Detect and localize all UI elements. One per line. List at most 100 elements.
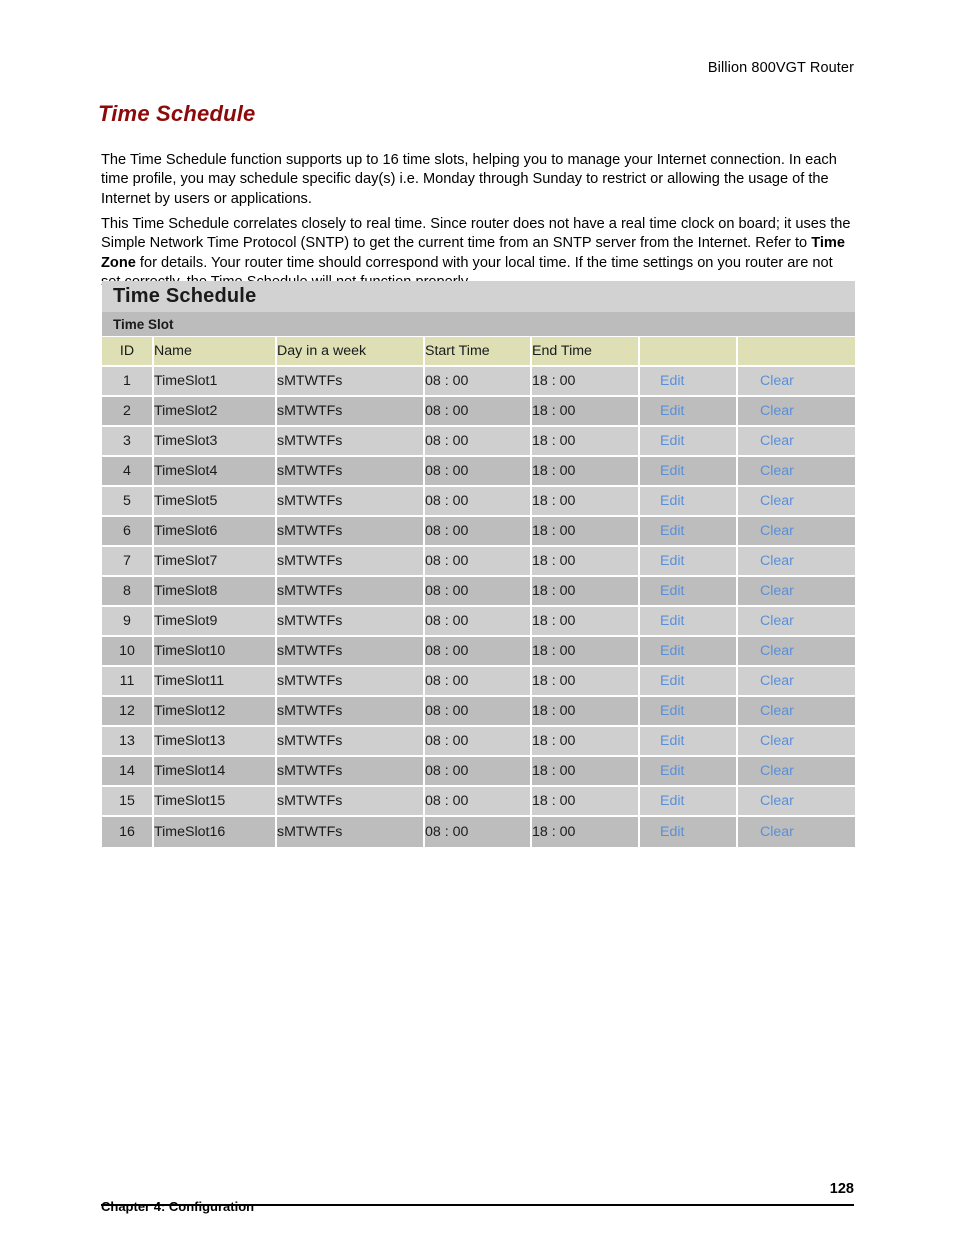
table-row: 13 TimeSlot13 sMTWTFs 08 : 00 18 : 00 Edit Cle… — [102, 727, 855, 757]
clear-link[interactable]: Clear — [738, 824, 855, 840]
clear-link[interactable]: Clear — [738, 523, 855, 539]
cell-end-time: 18 : 00 — [532, 547, 640, 577]
clear-link[interactable]: Clear — [738, 673, 855, 689]
cell-end-time: 18 : 00 — [532, 757, 640, 787]
cell-end-time: 18 : 00 — [532, 577, 640, 607]
table-row: 1 TimeSlot1 sMTWTFs 08 : 00 18 : 00 Edit Clear — [102, 367, 855, 397]
clear-link[interactable]: Clear — [738, 613, 855, 629]
clear-link[interactable]: Clear — [738, 403, 855, 419]
edit-link[interactable]: Edit — [640, 613, 736, 629]
table-body: 1 TimeSlot1 sMTWTFs 08 : 00 18 : 00 Edit Clear… — [102, 367, 855, 847]
clear-link[interactable]: Clear — [738, 733, 855, 749]
cell-edit: Edit — [640, 817, 738, 847]
clear-link[interactable]: Clear — [738, 433, 855, 449]
column-header-id: ID — [102, 337, 154, 367]
cell-name: TimeSlot13 — [154, 727, 277, 757]
cell-edit: Edit — [640, 367, 738, 397]
cell-id: 10 — [102, 637, 154, 667]
edit-link[interactable]: Edit — [640, 523, 736, 539]
document-page: Billion 800VGT Router Time Schedule The … — [0, 0, 954, 1235]
edit-link[interactable]: Edit — [640, 763, 736, 779]
edit-link[interactable]: Edit — [640, 553, 736, 569]
cell-clear: Clear — [738, 397, 855, 427]
cell-clear: Clear — [738, 607, 855, 637]
cell-id: 6 — [102, 517, 154, 547]
table-row: 6 TimeSlot6 sMTWTFs 08 : 00 18 : 00 Edit Clear — [102, 517, 855, 547]
table-header-row: ID Name Day in a week Start Time End Tim… — [102, 337, 855, 367]
cell-start-time: 08 : 00 — [425, 697, 532, 727]
cell-end-time: 18 : 00 — [532, 487, 640, 517]
column-header-day: Day in a week — [277, 337, 425, 367]
clear-link[interactable]: Clear — [738, 643, 855, 659]
cell-edit: Edit — [640, 607, 738, 637]
edit-link[interactable]: Edit — [640, 643, 736, 659]
table-row: 2 TimeSlot2 sMTWTFs 08 : 00 18 : 00 Edit Clear — [102, 397, 855, 427]
cell-day: sMTWTFs — [277, 787, 425, 817]
table-row: 12 TimeSlot12 sMTWTFs 08 : 00 18 : 00 Edit Cle… — [102, 697, 855, 727]
clear-link[interactable]: Clear — [738, 553, 855, 569]
cell-id: 8 — [102, 577, 154, 607]
edit-link[interactable]: Edit — [640, 733, 736, 749]
clear-link[interactable]: Clear — [738, 493, 855, 509]
cell-end-time: 18 : 00 — [532, 607, 640, 637]
cell-edit: Edit — [640, 427, 738, 457]
cell-end-time: 18 : 00 — [532, 367, 640, 397]
edit-link[interactable]: Edit — [640, 433, 736, 449]
cell-day: sMTWTFs — [277, 487, 425, 517]
cell-day: sMTWTFs — [277, 727, 425, 757]
cell-id: 12 — [102, 697, 154, 727]
intro-paragraph: The Time Schedule function supports up t… — [101, 151, 837, 207]
cell-end-time: 18 : 00 — [532, 727, 640, 757]
cell-name: TimeSlot5 — [154, 487, 277, 517]
table-row: 14 TimeSlot14 sMTWTFs 08 : 00 18 : 00 Edit Cle… — [102, 757, 855, 787]
cell-start-time: 08 : 00 — [425, 397, 532, 427]
clear-link[interactable]: Clear — [738, 373, 855, 389]
edit-link[interactable]: Edit — [640, 824, 736, 840]
table-row: 9 TimeSlot9 sMTWTFs 08 : 00 18 : 00 Edit Clear — [102, 607, 855, 637]
clear-link[interactable]: Clear — [738, 793, 855, 809]
edit-link[interactable]: Edit — [640, 793, 736, 809]
clear-link[interactable]: Clear — [738, 703, 855, 719]
cell-day: sMTWTFs — [277, 817, 425, 847]
cell-start-time: 08 : 00 — [425, 367, 532, 397]
sntp-paragraph-part-1: This Time Schedule correlates closely to… — [101, 215, 851, 252]
clear-link[interactable]: Clear — [738, 763, 855, 779]
edit-link[interactable]: Edit — [640, 703, 736, 719]
edit-link[interactable]: Edit — [640, 493, 736, 509]
cell-edit: Edit — [640, 757, 738, 787]
edit-link[interactable]: Edit — [640, 373, 736, 389]
footer-chapter-label: Chapter 4: Configuration — [101, 1199, 255, 1214]
cell-edit: Edit — [640, 787, 738, 817]
clear-link[interactable]: Clear — [738, 583, 855, 599]
cell-start-time: 08 : 00 — [425, 517, 532, 547]
cell-edit: Edit — [640, 457, 738, 487]
cell-name: TimeSlot1 — [154, 367, 277, 397]
edit-link[interactable]: Edit — [640, 403, 736, 419]
cell-id: 13 — [102, 727, 154, 757]
cell-id: 16 — [102, 817, 154, 847]
cell-id: 5 — [102, 487, 154, 517]
edit-link[interactable]: Edit — [640, 673, 736, 689]
edit-link[interactable]: Edit — [640, 583, 736, 599]
cell-name: TimeSlot4 — [154, 457, 277, 487]
cell-name: TimeSlot6 — [154, 517, 277, 547]
cell-day: sMTWTFs — [277, 637, 425, 667]
edit-link[interactable]: Edit — [640, 463, 736, 479]
cell-day: sMTWTFs — [277, 457, 425, 487]
cell-start-time: 08 : 00 — [425, 547, 532, 577]
cell-edit: Edit — [640, 667, 738, 697]
cell-id: 11 — [102, 667, 154, 697]
cell-end-time: 18 : 00 — [532, 517, 640, 547]
cell-name: TimeSlot2 — [154, 397, 277, 427]
cell-day: sMTWTFs — [277, 697, 425, 727]
cell-id: 1 — [102, 367, 154, 397]
column-header-start-time: Start Time — [425, 337, 532, 367]
table-row: 10 TimeSlot10 sMTWTFs 08 : 00 18 : 00 Edit Cle… — [102, 637, 855, 667]
cell-end-time: 18 : 00 — [532, 637, 640, 667]
cell-end-time: 18 : 00 — [532, 427, 640, 457]
clear-link[interactable]: Clear — [738, 463, 855, 479]
cell-name: TimeSlot15 — [154, 787, 277, 817]
cell-edit: Edit — [640, 547, 738, 577]
cell-end-time: 18 : 00 — [532, 787, 640, 817]
cell-id: 7 — [102, 547, 154, 577]
